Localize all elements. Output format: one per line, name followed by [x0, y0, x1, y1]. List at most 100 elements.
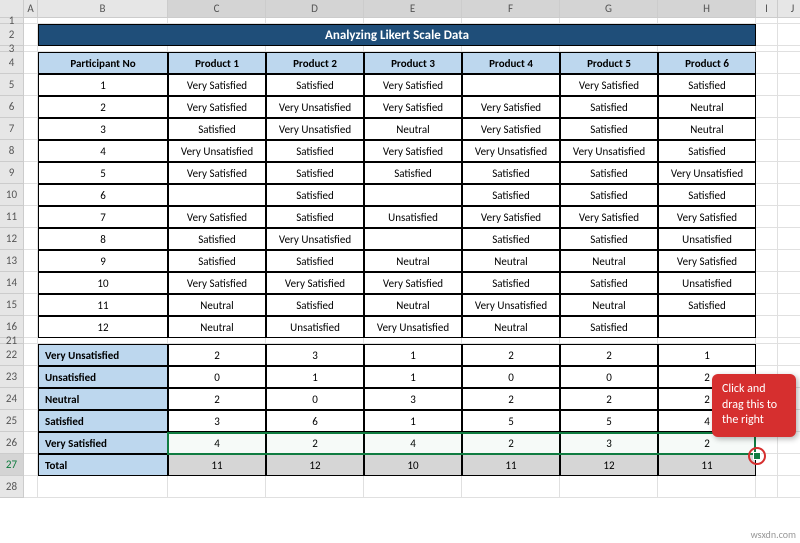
header-product3[interactable]: Product 3	[364, 52, 462, 74]
cell-data[interactable]: Unsatisfied	[658, 272, 756, 294]
cell-data[interactable]: Very Unsatisfied	[266, 96, 364, 118]
cell-participant[interactable]: 7	[38, 206, 168, 228]
cell-data[interactable]: Very Satisfied	[168, 206, 266, 228]
cell-participant[interactable]: 5	[38, 162, 168, 184]
cell-data[interactable]: Unsatisfied	[658, 228, 756, 250]
summary-value[interactable]: 1	[364, 410, 462, 432]
cell-data[interactable]: Very Satisfied	[364, 96, 462, 118]
cell-data[interactable]: Satisfied	[560, 96, 658, 118]
summary-value[interactable]: 2	[560, 388, 658, 410]
row-header-12[interactable]: 12	[0, 228, 24, 250]
summary-value[interactable]: 0	[168, 366, 266, 388]
summary-value[interactable]: 12	[266, 454, 364, 476]
summary-label[interactable]: Very Satisfied	[38, 432, 168, 454]
cell-data[interactable]	[364, 184, 462, 206]
cell-participant[interactable]: 2	[38, 96, 168, 118]
cell-data[interactable]: Very Unsatisfied	[168, 140, 266, 162]
summary-value[interactable]: 2	[168, 388, 266, 410]
cell-data[interactable]: Satisfied	[266, 250, 364, 272]
col-header-A[interactable]: A	[24, 0, 38, 17]
cell-data[interactable]: Very Satisfied	[168, 74, 266, 96]
cell-data[interactable]: Satisfied	[560, 184, 658, 206]
cell-data[interactable]: Neutral	[364, 250, 462, 272]
summary-value[interactable]: 0	[266, 388, 364, 410]
cell-data[interactable]	[168, 184, 266, 206]
row-header-25[interactable]: 25	[0, 410, 24, 432]
row-header-6[interactable]: 6	[0, 96, 24, 118]
summary-value[interactable]: 3	[364, 388, 462, 410]
cell-data[interactable]: Very Satisfied	[266, 272, 364, 294]
cell-data[interactable]: Satisfied	[560, 162, 658, 184]
cell-data[interactable]: Neutral	[658, 118, 756, 140]
cell-data[interactable]: Very Unsatisfied	[266, 228, 364, 250]
cell-data[interactable]: Very Unsatisfied	[658, 162, 756, 184]
cell-data[interactable]: Satisfied	[658, 294, 756, 316]
col-header-D[interactable]: D	[266, 0, 364, 17]
cell-data[interactable]: Satisfied	[462, 162, 560, 184]
summary-value[interactable]: 5	[462, 410, 560, 432]
header-product5[interactable]: Product 5	[560, 52, 658, 74]
summary-label[interactable]: Unsatisfied	[38, 366, 168, 388]
summary-value[interactable]: 11	[462, 454, 560, 476]
header-product2[interactable]: Product 2	[266, 52, 364, 74]
cell-data[interactable]: Very Satisfied	[168, 162, 266, 184]
cell-data[interactable]: Unsatisfied	[364, 206, 462, 228]
cell-data[interactable]: Satisfied	[168, 228, 266, 250]
col-header-J[interactable]: J	[778, 0, 800, 17]
cell-data[interactable]: Satisfied	[560, 316, 658, 338]
cell-data[interactable]: Very Satisfied	[462, 118, 560, 140]
cell-data[interactable]: Very Satisfied	[364, 272, 462, 294]
summary-value[interactable]: 4	[168, 432, 266, 454]
cell-data[interactable]: Very Satisfied	[462, 206, 560, 228]
cell-participant[interactable]: 9	[38, 250, 168, 272]
summary-value[interactable]: 11	[168, 454, 266, 476]
cell-data[interactable]: Very Satisfied	[364, 74, 462, 96]
cell-participant[interactable]: 10	[38, 272, 168, 294]
summary-value[interactable]: 11	[658, 454, 756, 476]
cell-data[interactable]: Satisfied	[168, 250, 266, 272]
cell-data[interactable]: Satisfied	[168, 118, 266, 140]
cell-grid[interactable]: Analyzing Likert Scale Data Participant …	[24, 18, 800, 498]
summary-value[interactable]: 10	[364, 454, 462, 476]
cell-data[interactable]: Neutral	[658, 96, 756, 118]
col-header-G[interactable]: G	[560, 0, 658, 17]
cell-data[interactable]: Very Satisfied	[560, 206, 658, 228]
row-header-27[interactable]: 27	[0, 454, 24, 476]
summary-value[interactable]: 2	[266, 432, 364, 454]
row-header-23[interactable]: 23	[0, 366, 24, 388]
row-header-28[interactable]: 28	[0, 476, 24, 498]
header-participant[interactable]: Participant No	[38, 52, 168, 74]
cell-participant[interactable]: 12	[38, 316, 168, 338]
cell-data[interactable]: Very Satisfied	[658, 206, 756, 228]
cell-data[interactable]: Satisfied	[266, 294, 364, 316]
col-header-H[interactable]: H	[658, 0, 756, 17]
cell-data[interactable]: Satisfied	[462, 228, 560, 250]
summary-value[interactable]: 3	[266, 344, 364, 366]
summary-value[interactable]: 2	[462, 344, 560, 366]
cell-data[interactable]: Very Unsatisfied	[462, 140, 560, 162]
cell-data[interactable]	[364, 228, 462, 250]
cell-data[interactable]: Very Satisfied	[168, 272, 266, 294]
cell-data[interactable]: Very Satisfied	[168, 96, 266, 118]
row-header-15[interactable]: 15	[0, 294, 24, 316]
summary-value[interactable]: 1	[266, 366, 364, 388]
cell-data[interactable]: Very Unsatisfied	[364, 316, 462, 338]
cell-participant[interactable]: 1	[38, 74, 168, 96]
cell-data[interactable]: Neutral	[462, 250, 560, 272]
cell-data[interactable]: Satisfied	[560, 228, 658, 250]
cell-data[interactable]	[658, 316, 756, 338]
row-header-10[interactable]: 10	[0, 184, 24, 206]
row-header-14[interactable]: 14	[0, 272, 24, 294]
row-header-8[interactable]: 8	[0, 140, 24, 162]
cell-data[interactable]: Satisfied	[462, 184, 560, 206]
cell-data[interactable]: Satisfied	[266, 162, 364, 184]
summary-value[interactable]: 0	[462, 366, 560, 388]
summary-label[interactable]: Satisfied	[38, 410, 168, 432]
col-header-B[interactable]: B	[38, 0, 168, 17]
summary-label[interactable]: Total	[38, 454, 168, 476]
summary-value[interactable]: 2	[462, 432, 560, 454]
cell-data[interactable]: Very Unsatisfied	[462, 294, 560, 316]
cell-participant[interactable]: 4	[38, 140, 168, 162]
cell-data[interactable]: Neutral	[560, 294, 658, 316]
summary-value[interactable]: 2	[462, 388, 560, 410]
